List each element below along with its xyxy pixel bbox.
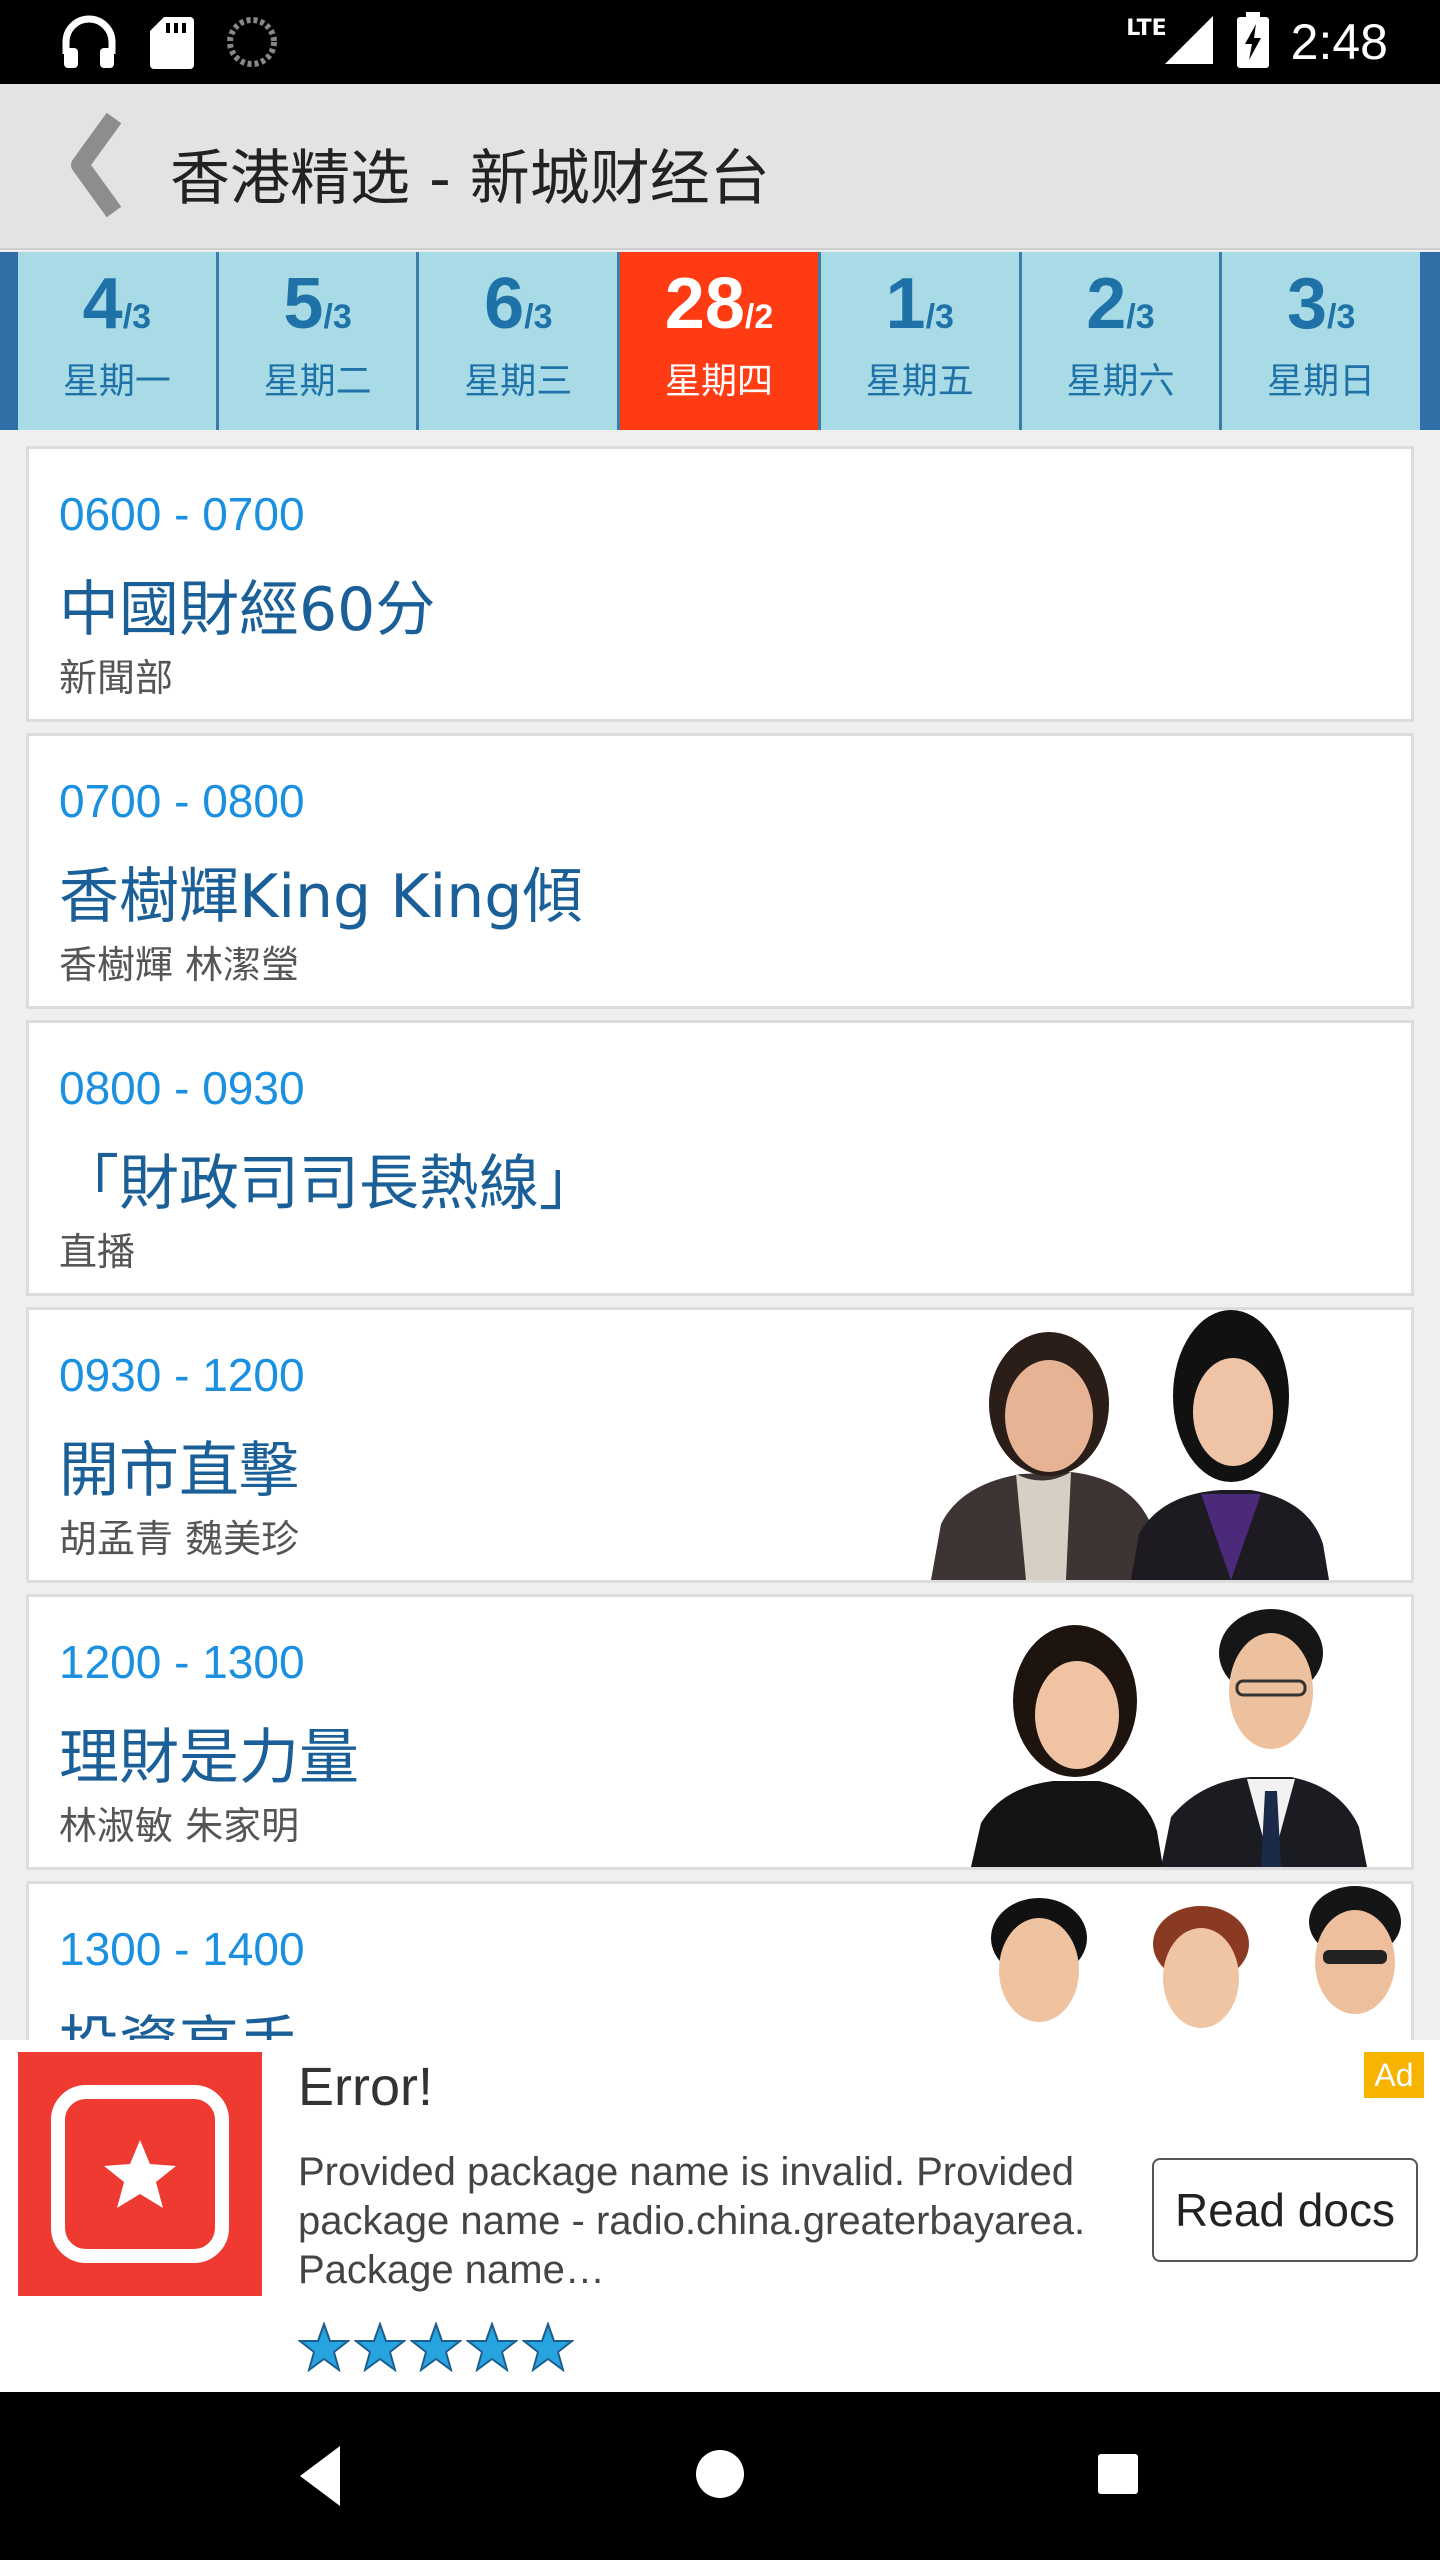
tab-day-2[interactable]: 5/3 星期二: [218, 252, 420, 430]
sd-card-icon: [150, 15, 194, 73]
tab-day-3[interactable]: 6/3 星期三: [419, 252, 621, 430]
day-date: 4/3: [82, 264, 152, 344]
tab-day-4-selected[interactable]: 28/2 星期四: [620, 252, 821, 430]
program-time: 1300 - 1400: [59, 1923, 305, 1975]
star-icon: [466, 2322, 518, 2372]
headphones-icon: [60, 14, 118, 74]
program-time: 1200 - 1300: [59, 1636, 305, 1688]
program-host: 胡孟青 魏美珍: [59, 1517, 300, 1561]
tab-day-1[interactable]: 4/3 星期一: [18, 252, 219, 430]
home-icon[interactable]: [694, 2448, 746, 2500]
page-title: 香港精选 - 新城财经台: [170, 144, 770, 214]
program-time: 0930 - 1200: [59, 1349, 305, 1401]
program-host: 直播: [59, 1230, 136, 1274]
program-time: 0800 - 0930: [59, 1062, 305, 1114]
back-chevron-icon[interactable]: [62, 110, 122, 220]
program-title: 中國財經60分: [59, 575, 436, 645]
star-icon: [522, 2322, 574, 2372]
star-icon: [354, 2322, 406, 2372]
day-date: 5/3: [283, 264, 352, 344]
program-card[interactable]: 0800 - 0930 「財政司司長熱線」 直播: [26, 1020, 1414, 1296]
day-date: 1/3: [885, 264, 954, 344]
navigation-bar: [0, 2392, 1440, 2560]
program-card[interactable]: 0600 - 0700 中國財經60分 新聞部: [26, 446, 1414, 722]
ad-badge: Ad: [1364, 2052, 1424, 2098]
program-host: 香樹輝 林潔瑩: [59, 943, 300, 987]
app-bar: 香港精选 - 新城财经台: [0, 84, 1440, 250]
rating-stars: [298, 2322, 574, 2372]
program-title: 開市直擊: [59, 1436, 299, 1506]
program-card[interactable]: 1300 - 1400 投資高手: [26, 1881, 1414, 2040]
star-app-icon[interactable]: [18, 2052, 262, 2296]
program-title: 「財政司司長熱線」: [59, 1149, 599, 1219]
day-weekday: 星期四: [665, 361, 774, 402]
program-list[interactable]: 0600 - 0700 中國財經60分 新聞部 0700 - 0800 香樹輝K…: [26, 446, 1414, 2040]
day-weekday: 星期六: [1066, 361, 1175, 402]
program-card[interactable]: 0930 - 1200 開市直擊 胡孟青 魏美珍: [26, 1307, 1414, 1583]
program-time: 0700 - 0800: [59, 775, 305, 827]
back-icon[interactable]: [296, 2442, 344, 2510]
star-icon: [410, 2322, 462, 2372]
program-card[interactable]: 0700 - 0800 香樹輝King King傾 香樹輝 林潔瑩: [26, 733, 1414, 1009]
signal-icon: [1163, 14, 1215, 70]
day-date: 28/2: [664, 264, 774, 344]
host-photo: [971, 1609, 1367, 1867]
day-weekday: 星期五: [865, 361, 974, 402]
program-time: 0600 - 0700: [59, 488, 305, 540]
day-weekday: 星期二: [263, 361, 372, 402]
day-weekday: 星期一: [62, 361, 171, 402]
day-weekday: 星期三: [464, 361, 573, 402]
status-bar: LTE 2:48: [0, 0, 1440, 84]
program-title: 理財是力量: [59, 1723, 359, 1793]
host-photo: [931, 1310, 1329, 1580]
day-tabs: 4/3 星期一 5/3 星期二 6/3 星期三 28/2 星期四 1/3 星期五…: [0, 252, 1440, 430]
program-host: 新聞部: [59, 656, 174, 700]
ad-banner[interactable]: Error! Provided package name is invalid.…: [0, 2040, 1440, 2392]
ad-title: Error!: [298, 2057, 433, 2117]
battery-charging-icon: [1236, 12, 1269, 72]
ad-description: Provided package name is invalid. Provid…: [298, 2150, 1086, 2292]
star-icon: [298, 2322, 350, 2372]
program-title: 投資高手: [59, 1996, 299, 2040]
network-type: LTE: [1126, 15, 1167, 41]
sync-icon: [226, 16, 278, 72]
day-date: 6/3: [484, 264, 553, 344]
clock: 2:48: [1290, 14, 1388, 70]
day-date: 2/3: [1086, 264, 1155, 344]
read-docs-button[interactable]: Read docs: [1152, 2158, 1418, 2262]
tab-day-6[interactable]: 2/3 星期六: [1021, 252, 1223, 430]
tab-day-7[interactable]: 3/3 星期日: [1222, 252, 1421, 430]
program-title: 香樹輝King King傾: [59, 862, 583, 932]
day-weekday: 星期日: [1267, 361, 1376, 402]
day-date: 3/3: [1286, 264, 1356, 344]
host-photo: [991, 1886, 1401, 2028]
recents-icon[interactable]: [1096, 2452, 1140, 2496]
tab-day-5[interactable]: 1/3 星期五: [820, 252, 1022, 430]
program-host: 林淑敏 朱家明: [59, 1804, 300, 1848]
program-card[interactable]: 1200 - 1300 理財是力量 林淑敏 朱家明: [26, 1594, 1414, 1870]
